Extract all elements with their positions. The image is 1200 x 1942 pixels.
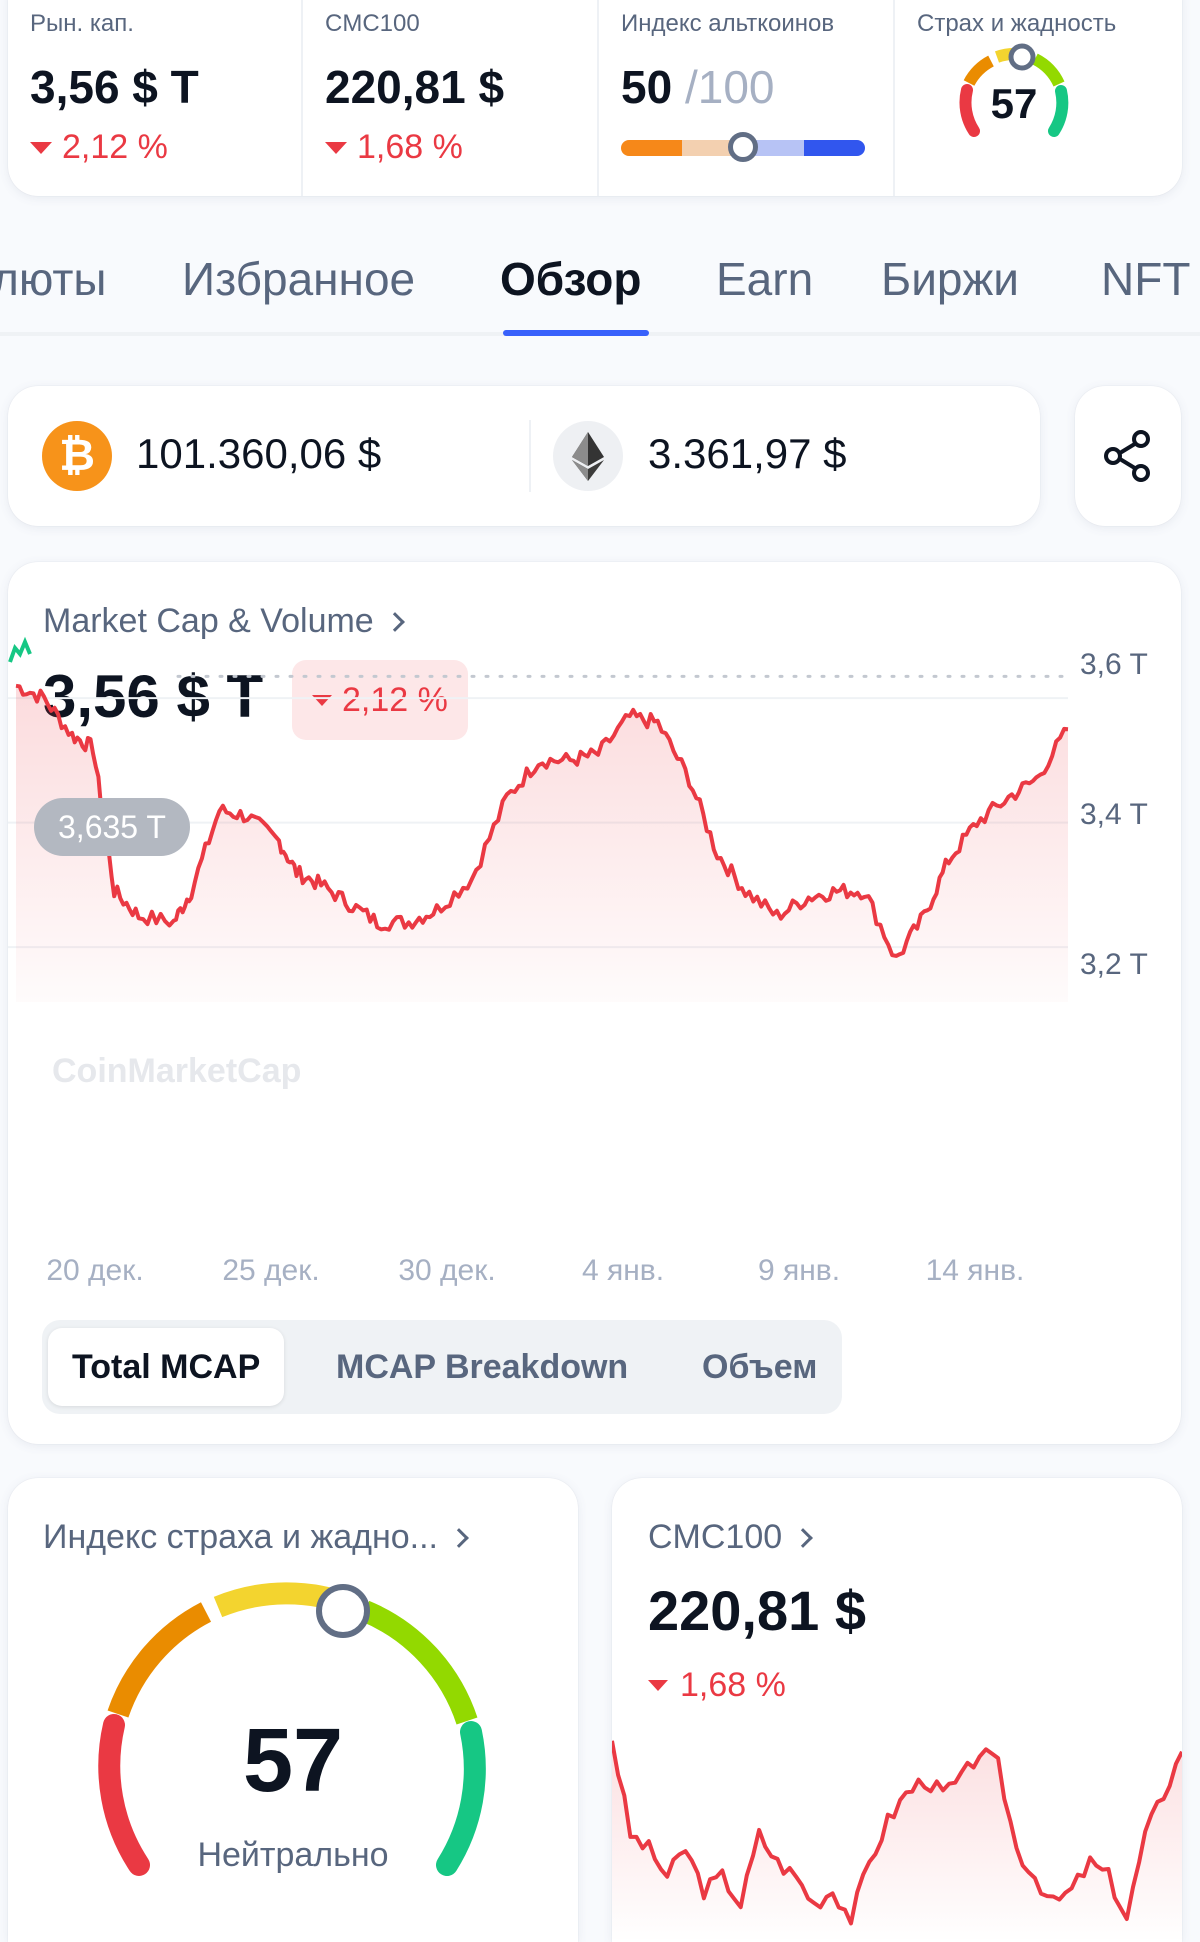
- chart-series-start-up: [8, 636, 32, 663]
- chart-x-tick: 30 дек.: [398, 1254, 496, 1287]
- price-divider: [529, 420, 531, 492]
- fear-greed-mini-value: 57: [991, 80, 1038, 127]
- bitcoin-icon: ₿: [42, 421, 112, 491]
- share-icon: [1104, 430, 1150, 482]
- metric-value: 3,56 $ T: [30, 61, 199, 113]
- chart-x-tick: 14 янв.: [925, 1254, 1025, 1287]
- altcoin-index-score: 50: [621, 61, 673, 113]
- chart-y-tick: 3,4 T: [1080, 798, 1148, 831]
- metric-altcoin-index[interactable]: Индекс альткоинов 50 /100: [597, 0, 893, 196]
- metric-change: 2,12 %: [30, 128, 168, 167]
- altcoin-index-knob: [728, 132, 758, 162]
- metric-label: CMC100: [325, 10, 420, 37]
- chart-hover-label: 3,635 T: [34, 798, 190, 856]
- metric-value: 220,81 $: [325, 61, 505, 113]
- metric-cmc100[interactable]: CMC100 220,81 $ 1,68 %: [301, 0, 597, 196]
- tab-nft[interactable]: NFT: [1101, 252, 1190, 306]
- fear-greed-mini-gauge: 57: [959, 43, 1069, 137]
- gauge-segment-fear: [107, 1602, 212, 1718]
- tab-exchanges[interactable]: Биржи: [881, 252, 1019, 306]
- altcoin-index-max: /100: [684, 61, 775, 113]
- down-arrow-icon: [30, 141, 52, 154]
- gauge-knob: [316, 1584, 370, 1638]
- metric-change: 1,68 %: [325, 128, 463, 167]
- active-tab-indicator: [503, 330, 649, 336]
- fear-greed-value: 57: [242, 1711, 344, 1811]
- tab-overview[interactable]: Обзор: [500, 252, 642, 306]
- tab-currencies[interactable]: люты: [0, 252, 106, 306]
- tab-favorites[interactable]: Избранное: [182, 252, 415, 306]
- chart-x-tick: 4 янв.: [581, 1254, 665, 1287]
- cmc100-sparkline: [612, 1740, 1182, 1942]
- gauge-knob: [1008, 43, 1036, 71]
- share-button[interactable]: [1075, 386, 1181, 526]
- chart-type-switcher: Total MCAP MCAP Breakdown Объем: [42, 1320, 842, 1414]
- sparkline-area-fill: [612, 1740, 1182, 1942]
- down-arrow-icon: [325, 141, 347, 154]
- chart-x-tick: 20 дек.: [46, 1254, 144, 1287]
- metric-change-value: 2,12 %: [62, 128, 168, 166]
- eth-price[interactable]: 3.361,97 $: [648, 430, 847, 478]
- metric-label: Индекс альткоинов: [621, 10, 835, 37]
- tab-earn[interactable]: Earn: [716, 252, 813, 306]
- chart-y-tick: 3,6 T: [1080, 648, 1148, 681]
- market-cap-chart[interactable]: [8, 562, 1181, 1302]
- segment-mcap-breakdown[interactable]: MCAP Breakdown: [336, 1328, 628, 1406]
- chart-x-tick: 25 дек.: [222, 1254, 320, 1287]
- market-cap-card: Market Cap & Volume 3,56 $ T 2,12 % Coin…: [8, 562, 1181, 1444]
- coin-price-bar: ₿ 101.360,06 $ 3.361,97 $: [8, 386, 1040, 526]
- chart-x-tick: 9 янв.: [757, 1254, 841, 1287]
- metric-market-cap[interactable]: Рын. кап. 3,56 $ T 2,12 %: [8, 0, 301, 196]
- metric-label: Рын. кап.: [30, 10, 134, 37]
- global-metrics-strip: Рын. кап. 3,56 $ T 2,12 % CMC100 220,81 …: [8, 0, 1182, 196]
- btc-price[interactable]: 101.360,06 $: [136, 430, 381, 478]
- gauge-segment-greed: [360, 1600, 478, 1725]
- chart-y-tick: 3,2 T: [1080, 948, 1148, 981]
- segment-total-mcap[interactable]: Total MCAP: [48, 1328, 285, 1406]
- fear-greed-label: Нейтрально: [197, 1836, 389, 1874]
- fear-greed-card[interactable]: Индекс страха и жадно... 57 Нейтрально: [8, 1478, 578, 1942]
- main-tabs: люты Избранное Обзор Earn Биржи NFT: [0, 222, 1200, 336]
- segment-volume[interactable]: Объем: [702, 1328, 817, 1406]
- metric-fear-greed[interactable]: Страх и жадность 57: [893, 0, 1182, 196]
- altcoin-index-value: 50 /100: [621, 60, 774, 114]
- metric-change-value: 1,68 %: [357, 128, 463, 166]
- cmc100-card[interactable]: CMC100 220,81 $ 1,68 %: [612, 1478, 1182, 1942]
- ethereum-icon: [553, 421, 623, 491]
